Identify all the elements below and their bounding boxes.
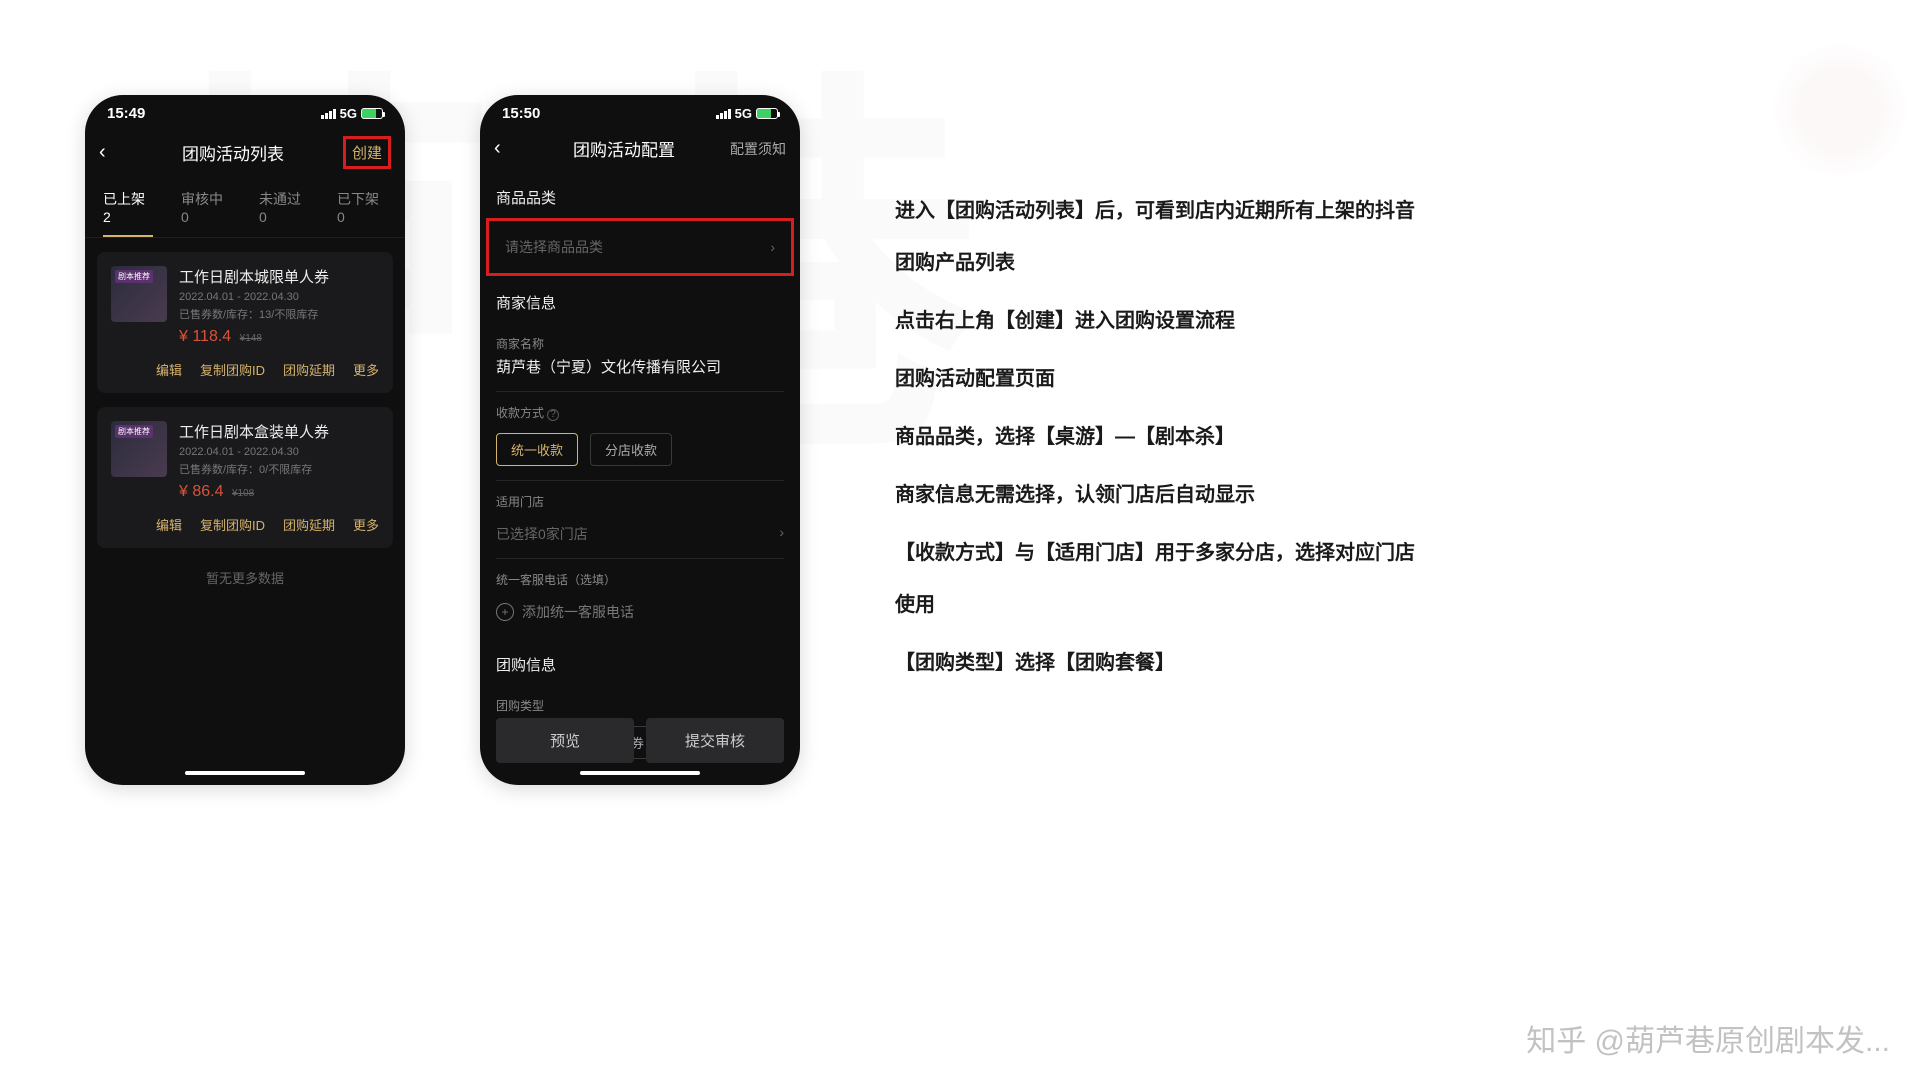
- groupbuy-card[interactable]: 工作日剧本城限单人券 2022.04.01 - 2022.04.30 已售券数/…: [97, 252, 393, 393]
- payment-branch-chip[interactable]: 分店收款: [590, 433, 672, 466]
- product-title: 工作日剧本盒装单人券: [179, 421, 379, 442]
- config-notice-link[interactable]: 配置须知: [730, 139, 786, 159]
- category-placeholder: 请选择商品品类: [505, 237, 603, 257]
- instruction-line: 商家信息无需选择，认领门店后自动显示: [895, 469, 1425, 521]
- chevron-right-icon: ›: [779, 524, 784, 544]
- tabs: 已上架 2 审核中 0 未通过 0 已下架 0: [85, 179, 405, 238]
- more-button[interactable]: 更多: [353, 515, 379, 534]
- battery-icon: [756, 108, 778, 119]
- page-title: 团购活动配置: [573, 136, 675, 161]
- product-thumbnail: [111, 266, 167, 322]
- copy-id-button[interactable]: 复制团购ID: [200, 360, 265, 379]
- instruction-line: 进入【团购活动列表】后，可看到店内近期所有上架的抖音团购产品列表: [895, 185, 1425, 289]
- network-label: 5G: [735, 106, 752, 121]
- service-phone-label: 统一客服电话（选填）: [480, 559, 800, 592]
- store-label: 适用门店: [480, 481, 800, 514]
- create-button[interactable]: 创建: [343, 136, 391, 169]
- nav-bar: ‹ 团购活动列表 创建: [85, 126, 405, 179]
- status-time: 15:50: [502, 105, 540, 122]
- extend-button[interactable]: 团购延期: [283, 360, 335, 379]
- extend-button[interactable]: 团购延期: [283, 515, 335, 534]
- merchant-name-value: 葫芦巷（宁夏）文化传播有限公司: [480, 356, 800, 391]
- nav-bar: ‹ 团购活动配置 配置须知: [480, 126, 800, 171]
- phone-screenshot-config: 15:50 5G ‹ 团购活动配置 配置须知 商品品类 请选择商品品类 › 商家…: [480, 95, 800, 785]
- signal-icon: [321, 109, 336, 119]
- tab-delisted[interactable]: 已下架 0: [337, 189, 387, 237]
- empty-state: 暂无更多数据: [85, 568, 405, 587]
- instruction-line: 商品品类，选择【桌游】—【剧本杀】: [895, 411, 1425, 463]
- more-button[interactable]: 更多: [353, 360, 379, 379]
- instruction-text-block: 进入【团购活动列表】后，可看到店内近期所有上架的抖音团购产品列表 点击右上角【创…: [895, 185, 1425, 695]
- instruction-line: 【团购类型】选择【团购套餐】: [895, 637, 1425, 689]
- section-category: 商品品类: [480, 171, 800, 218]
- edit-button[interactable]: 编辑: [156, 360, 182, 379]
- section-merchant: 商家信息: [480, 276, 800, 323]
- product-stock: 已售券数/库存：13/不限库存: [179, 306, 379, 322]
- network-label: 5G: [340, 106, 357, 121]
- seal-watermark: [1770, 40, 1910, 180]
- tab-reviewing[interactable]: 审核中 0: [181, 189, 231, 237]
- submit-review-button[interactable]: 提交审核: [646, 718, 784, 763]
- preview-button[interactable]: 预览: [496, 718, 634, 763]
- home-indicator[interactable]: [580, 771, 700, 775]
- status-bar: 15:50 5G: [480, 95, 800, 126]
- product-title: 工作日剧本城限单人券: [179, 266, 379, 287]
- plus-icon: +: [496, 603, 514, 621]
- help-icon[interactable]: ?: [547, 409, 559, 421]
- edit-button[interactable]: 编辑: [156, 515, 182, 534]
- product-old-price: ¥108: [232, 488, 254, 499]
- product-price: ¥ 86.4: [179, 483, 223, 500]
- payment-unified-chip[interactable]: 统一收款: [496, 433, 578, 466]
- signal-icon: [716, 109, 731, 119]
- back-icon[interactable]: ‹: [494, 137, 518, 160]
- product-dates: 2022.04.01 - 2022.04.30: [179, 446, 379, 458]
- add-phone-button[interactable]: + 添加统一客服电话: [480, 592, 800, 638]
- groupbuy-type-label: 团购类型: [480, 685, 800, 718]
- instruction-line: 【收款方式】与【适用门店】用于多家分店，选择对应门店使用: [895, 527, 1425, 631]
- tab-listed[interactable]: 已上架 2: [103, 189, 153, 237]
- section-groupbuy: 团购信息: [480, 638, 800, 685]
- tab-rejected[interactable]: 未通过 0: [259, 189, 309, 237]
- instruction-line: 点击右上角【创建】进入团购设置流程: [895, 295, 1425, 347]
- product-thumbnail: [111, 421, 167, 477]
- chevron-right-icon: ›: [770, 239, 775, 255]
- product-dates: 2022.04.01 - 2022.04.30: [179, 291, 379, 303]
- category-selector[interactable]: 请选择商品品类 ›: [486, 218, 794, 276]
- product-stock: 已售券数/库存：0/不限库存: [179, 461, 379, 477]
- add-phone-text: 添加统一客服电话: [522, 602, 634, 622]
- merchant-name-label: 商家名称: [480, 323, 800, 356]
- phone-screenshot-list: 15:49 5G ‹ 团购活动列表 创建 已上架 2 审核中 0 未通过 0 已…: [85, 95, 405, 785]
- store-selector[interactable]: 已选择0家门店 ›: [480, 514, 800, 558]
- zhihu-watermark: 知乎 @葫芦巷原创剧本发...: [1526, 1016, 1890, 1060]
- status-bar: 15:49 5G: [85, 95, 405, 126]
- home-indicator[interactable]: [185, 771, 305, 775]
- payment-label: 收款方式?: [480, 392, 800, 425]
- copy-id-button[interactable]: 复制团购ID: [200, 515, 265, 534]
- status-time: 15:49: [107, 105, 145, 122]
- battery-icon: [361, 108, 383, 119]
- page-title: 团购活动列表: [182, 140, 284, 165]
- product-old-price: ¥148: [240, 333, 262, 344]
- instruction-line: 团购活动配置页面: [895, 353, 1425, 405]
- product-price: ¥ 118.4: [179, 328, 231, 345]
- groupbuy-card[interactable]: 工作日剧本盒装单人券 2022.04.01 - 2022.04.30 已售券数/…: [97, 407, 393, 548]
- back-icon[interactable]: ‹: [99, 141, 123, 164]
- store-value: 已选择0家门店: [496, 524, 588, 544]
